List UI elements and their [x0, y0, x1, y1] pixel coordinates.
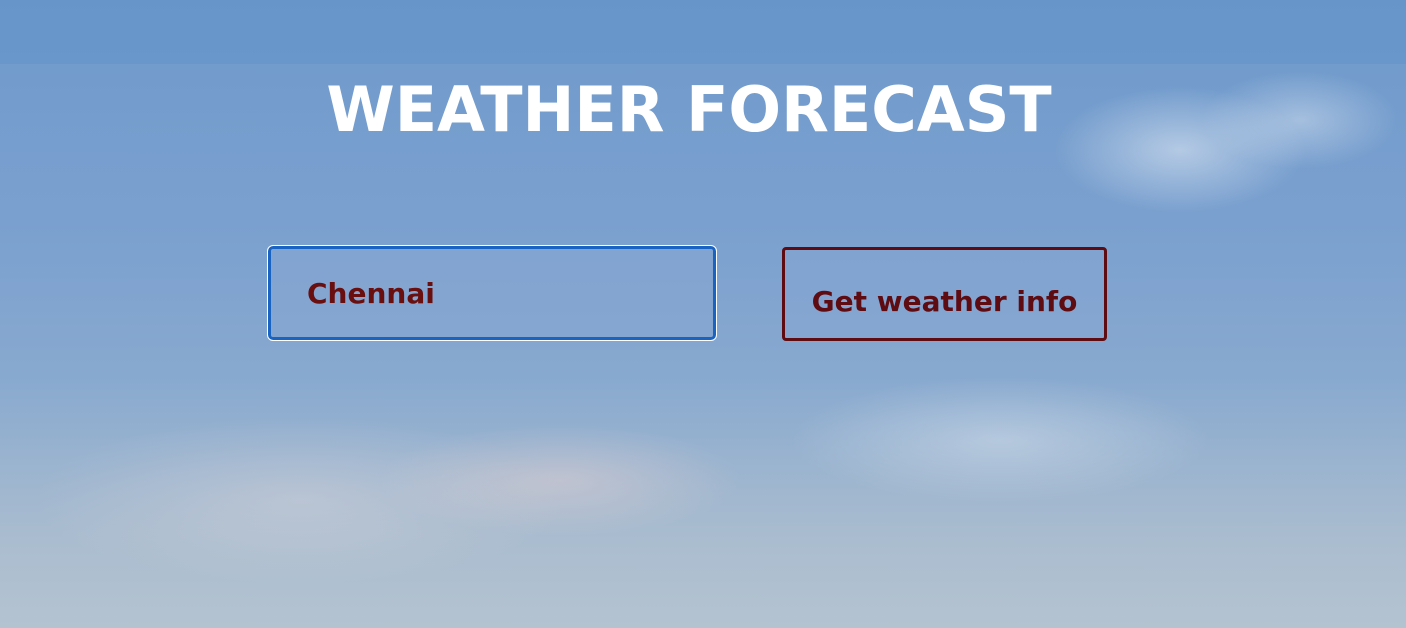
header-band: [0, 0, 1406, 64]
get-weather-button[interactable]: Get weather info: [782, 247, 1107, 341]
city-search-input[interactable]: [267, 245, 717, 341]
page-title: WEATHER FORECAST: [326, 73, 1052, 146]
